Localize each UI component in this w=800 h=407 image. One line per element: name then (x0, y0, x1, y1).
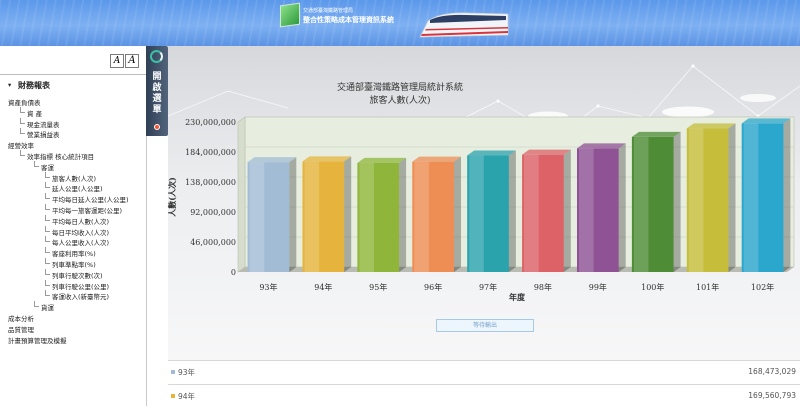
x-tick-label: 97年 (479, 282, 497, 292)
bar-top (741, 118, 791, 124)
bar[interactable] (412, 156, 462, 272)
bar-top (467, 150, 516, 156)
bar-top (247, 157, 297, 163)
bar-top (631, 131, 681, 137)
list-item-label: 93年 (178, 368, 196, 377)
bar-side (289, 157, 297, 272)
bar-side (454, 156, 462, 272)
bar[interactable] (522, 149, 571, 272)
passenger-bar-chart: 0 46,000,000 92,000,000 138,000,000 184,000,… (167, 116, 795, 302)
x-tick-label: 102年 (751, 282, 774, 292)
bar[interactable] (576, 143, 626, 272)
bar-side (399, 157, 407, 272)
bar-top (412, 156, 462, 162)
bar[interactable] (467, 150, 516, 272)
bar-highlight (743, 123, 759, 272)
x-tick-label: 101年 (696, 282, 719, 292)
bar-highlight (524, 154, 539, 272)
x-tick-label: 98年 (534, 282, 552, 292)
bar[interactable] (686, 123, 736, 273)
bar-side (728, 123, 736, 273)
bar-side (563, 149, 571, 272)
bar-side (618, 143, 626, 272)
x-tick-label: 94年 (314, 282, 332, 292)
list-item-value: 169,560,793 (748, 391, 796, 400)
y-tick-label: 92,000,000 (190, 208, 236, 217)
x-tick-label: 96年 (424, 282, 442, 292)
y-tick-label: 184,000,000 (185, 148, 236, 157)
bar-highlight (633, 136, 649, 272)
x-tick-label: 95年 (369, 282, 387, 292)
bar[interactable] (357, 157, 407, 272)
y-tick-label: 230,000,000 (185, 118, 236, 127)
bar-highlight (578, 148, 594, 272)
x-tick-label: 93年 (259, 282, 277, 292)
bar-top (302, 156, 352, 162)
bar-side (673, 131, 681, 272)
bar[interactable] (247, 157, 297, 272)
x-axis-label: 年度 (509, 292, 526, 302)
bar-top (522, 149, 571, 155)
y-tick-label: 0 (231, 268, 236, 277)
export-button[interactable]: 等待輸出 (436, 319, 534, 332)
bar[interactable] (741, 118, 791, 272)
bar-side (783, 118, 791, 272)
menu-item[interactable]: 計畫預算管理及模擬 (8, 335, 67, 345)
legend-swatch (171, 394, 175, 398)
bar-highlight (249, 162, 265, 272)
list-item-value: 168,473,029 (748, 367, 796, 376)
legend-swatch (171, 370, 175, 374)
x-tick-label: 99年 (589, 282, 607, 292)
y-axis-label: 人數(人次) (167, 177, 177, 217)
bar-top (357, 157, 407, 163)
list-item[interactable]: 93年 168,473,029 (168, 360, 800, 383)
bar-top (686, 123, 736, 129)
bar-highlight (359, 162, 374, 272)
bar-top (576, 143, 626, 149)
bar[interactable] (302, 156, 352, 272)
bar-side (344, 156, 352, 272)
bar-side (508, 150, 516, 272)
bar[interactable] (631, 131, 681, 272)
list-item-label: 94年 (178, 392, 196, 401)
data-list: 93年 168,473,029 94年 169,560,793 (168, 360, 800, 406)
bar-highlight (304, 161, 320, 272)
x-tick-label: 100年 (641, 282, 664, 292)
bar-highlight (688, 128, 704, 272)
y-tick-label: 46,000,000 (190, 238, 236, 247)
chart-side-wall (237, 116, 246, 273)
bar-highlight (469, 155, 484, 272)
y-tick-label: 138,000,000 (185, 178, 236, 187)
bar-highlight (414, 161, 429, 272)
list-item[interactable]: 94年 169,560,793 (168, 384, 800, 407)
